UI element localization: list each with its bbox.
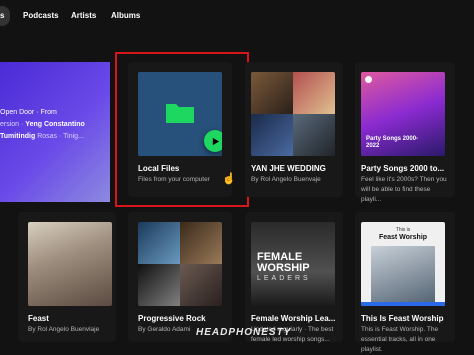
female-worship-card[interactable]: FEMALE WORSHIP LEADERS Female Worship Le… — [245, 212, 343, 343]
progressive-rock-card[interactable]: Progressive Rock By Geraldo Adami — [128, 212, 232, 342]
art-caption-3: LEADERS — [257, 275, 311, 282]
art-caption-1: This is — [395, 227, 411, 233]
tab-bar: s Podcasts Artists Albums — [0, 0, 474, 34]
party-songs-art: Party Songs 2000-2022 — [361, 72, 445, 156]
card-title: Progressive Rock — [138, 314, 206, 323]
wedding-playlist-card[interactable]: YAN JHE WEDDING By Rol Angelo Buenvaje — [245, 62, 343, 197]
feast-art — [28, 222, 112, 306]
wedding-playlist-art — [251, 72, 335, 156]
tab-playlists[interactable]: s — [0, 6, 11, 26]
card-subtitle: This is Feast Worship. The essential tra… — [361, 326, 439, 353]
party-songs-card[interactable]: Party Songs 2000-2022 Party Songs 2000 t… — [355, 62, 455, 203]
card-title: Feast — [28, 314, 49, 323]
this-is-feast-worship-art: This is Feast Worship — [361, 222, 445, 306]
spotify-logo-icon — [365, 76, 372, 83]
liked-songs-preview: Open Door · From ersion · Yeng Constanti… — [0, 109, 85, 140]
highlight-box — [115, 52, 249, 207]
card-subtitle: Feel like it's 2000s? Then you will be a… — [361, 176, 447, 203]
art-caption: Party Songs 2000-2022 — [366, 136, 419, 149]
card-title: YAN JHE WEDDING — [251, 164, 326, 173]
watermark: HEADPHONESTY — [196, 327, 292, 338]
card-title: Female Worship Lea... — [251, 314, 336, 323]
liked-songs-card[interactable]: Open Door · From ersion · Yeng Constanti… — [0, 62, 110, 202]
feast-card[interactable]: Feast By Rol Angelo Buenvlaje — [18, 212, 116, 342]
female-worship-art: FEMALE WORSHIP LEADERS — [251, 222, 335, 306]
tab-artists[interactable]: Artists — [63, 6, 104, 26]
card-subtitle: By Rol Angelo Buenvlaje — [28, 326, 100, 333]
art-caption-2: Feast Worship — [378, 234, 428, 241]
card-subtitle: By Rol Angelo Buenvaje — [251, 176, 321, 183]
card-title: This Is Feast Worship — [361, 314, 444, 323]
progressive-rock-art — [138, 222, 222, 306]
tab-podcasts[interactable]: Podcasts — [15, 6, 67, 26]
tab-albums[interactable]: Albums — [103, 6, 148, 26]
card-title: Party Songs 2000 to... — [361, 164, 445, 173]
art-caption-2: WORSHIP — [257, 262, 310, 274]
this-is-feast-worship-card[interactable]: This is Feast Worship This Is Feast Wors… — [355, 212, 455, 353]
